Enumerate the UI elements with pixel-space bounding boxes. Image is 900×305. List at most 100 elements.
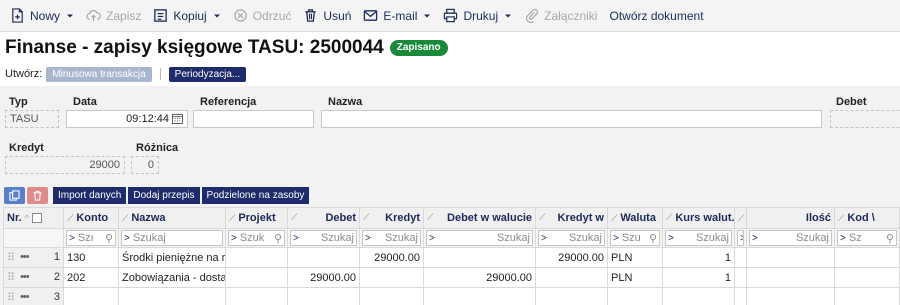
pin-icon[interactable]: ⟋ xyxy=(539,212,545,223)
split-resources-button[interactable]: Podzielone na zasoby xyxy=(201,187,310,204)
chevron-down-icon[interactable] xyxy=(423,12,431,20)
filter-input-kod[interactable]: > Sz ⚲ xyxy=(837,230,897,246)
filter-operator[interactable]: > xyxy=(231,233,237,244)
cell-ilosc[interactable] xyxy=(746,287,835,305)
import-data-button[interactable]: Import danych xyxy=(53,187,127,204)
column-header-projekt[interactable]: ⟋ Projekt xyxy=(225,207,288,229)
pin-icon[interactable]: ⟋ xyxy=(611,213,617,223)
cell-kredyt-w[interactable] xyxy=(535,267,608,288)
cell-konto[interactable] xyxy=(63,287,119,305)
filter-operator[interactable]: > xyxy=(429,233,435,244)
sort-icon[interactable]: ^ xyxy=(25,213,29,223)
cell-konto[interactable]: 202 xyxy=(63,267,119,288)
reference-field[interactable] xyxy=(193,110,314,128)
cell-debet[interactable]: 29000.00 xyxy=(287,267,360,288)
pin-icon[interactable]: ⟋ xyxy=(838,213,844,223)
filter-input-debet-w[interactable]: > Szukaj xyxy=(426,230,533,246)
row-menu-icon[interactable]: ••• xyxy=(20,291,30,303)
chevron-down-icon[interactable] xyxy=(213,12,221,20)
row-number-cell[interactable]: ⠿ ••• 2 xyxy=(3,267,64,288)
discard-button[interactable]: Odrzuć xyxy=(227,2,298,30)
save-button[interactable]: Zapisz xyxy=(80,2,147,30)
filter-operator[interactable]: > xyxy=(740,233,743,244)
column-header-nr[interactable]: Nr. ^ xyxy=(3,207,64,229)
cell-kredyt[interactable] xyxy=(359,287,424,305)
filter-operator[interactable]: > xyxy=(124,233,130,244)
pin-icon[interactable]: ⟋ xyxy=(229,213,235,223)
cell-debet[interactable] xyxy=(287,247,360,268)
pin-icon[interactable]: ⟋ xyxy=(67,213,73,223)
filter-input-ilosc[interactable]: > Szukaj xyxy=(749,230,832,246)
filter-input-kredyt[interactable]: > Szukaj xyxy=(362,230,421,246)
drag-handle-icon[interactable]: ⠿ xyxy=(7,251,15,264)
add-rule-button[interactable]: Dodaj przepis xyxy=(128,187,200,204)
date-field[interactable]: 09:12:44 xyxy=(66,110,188,128)
cell-kredyt-w[interactable]: 29000.00 xyxy=(535,247,608,268)
column-header-konto[interactable]: ⟋ Konto xyxy=(63,207,119,229)
row-number-cell[interactable]: ⠿ ••• 3 xyxy=(3,287,64,305)
filter-input-debet[interactable]: > Szukaj xyxy=(290,230,357,246)
column-header-debet[interactable]: ⟋ Debet xyxy=(287,207,360,229)
cell-waluta[interactable]: PLN xyxy=(607,247,663,268)
pin-icon[interactable]: ⟋ xyxy=(738,213,744,223)
pin-icon[interactable]: ⟋ xyxy=(363,212,369,223)
column-header-kredyt[interactable]: ⟋ Kredyt xyxy=(359,207,424,229)
cell-kredyt[interactable]: 29000.00 xyxy=(359,247,424,268)
calendar-icon[interactable] xyxy=(172,113,183,124)
table-row[interactable]: ⠿ ••• 2 202 Zobowiązania - dosta 29000.00 … xyxy=(3,267,900,288)
cell-debet-w[interactable]: 29000.00 xyxy=(423,267,536,288)
filter-operator[interactable]: > xyxy=(840,233,846,244)
cell-waluta[interactable]: PLN xyxy=(607,267,663,288)
filter-input-projekt[interactable]: > Szuk ⚲ xyxy=(228,230,285,246)
cell-blank[interactable] xyxy=(734,267,747,288)
copy-button[interactable]: Kopiuj xyxy=(147,2,226,30)
new-button[interactable]: Nowy xyxy=(4,2,80,30)
cell-kod[interactable] xyxy=(834,267,900,288)
name-field[interactable] xyxy=(321,110,822,128)
filter-input-blank[interactable]: > xyxy=(737,230,744,246)
filter-operator[interactable]: > xyxy=(668,233,674,244)
pin-icon[interactable]: ⟋ xyxy=(666,212,672,223)
email-button[interactable]: E-mail xyxy=(357,2,437,30)
cell-ilosc[interactable] xyxy=(746,247,835,268)
negative-transaction-button[interactable]: Minusowa transakcja xyxy=(46,66,152,82)
cell-nazwa[interactable]: Środki pieniężne na r xyxy=(118,247,226,268)
filter-operator[interactable]: > xyxy=(69,233,75,244)
cell-kurs[interactable] xyxy=(662,287,735,305)
filter-input-nazwa[interactable]: > Szukaj xyxy=(121,230,223,246)
cell-konto[interactable]: 130 xyxy=(63,247,119,268)
cell-nazwa[interactable]: Zobowiązania - dosta xyxy=(118,267,226,288)
filter-input-konto[interactable]: > Szı ⚲ xyxy=(66,230,116,246)
row-menu-icon[interactable]: ••• xyxy=(20,251,30,263)
cell-debet-w[interactable] xyxy=(423,287,536,305)
column-header-debet-w[interactable]: ⟋ Debet w walucie xyxy=(423,207,536,229)
column-header-ilosc[interactable]: Ilość xyxy=(746,207,835,229)
filter-operator[interactable]: > xyxy=(293,233,299,244)
drag-handle-icon[interactable]: ⠿ xyxy=(7,291,15,304)
filter-input-kredyt-w[interactable]: > Szukaj xyxy=(538,230,605,246)
pin-icon[interactable]: ⟋ xyxy=(427,212,433,223)
chevron-down-icon[interactable] xyxy=(504,12,512,20)
cell-kurs[interactable]: 1 xyxy=(662,247,735,268)
column-header-kredyt-w[interactable]: ⟋ Kredyt w xyxy=(535,207,608,229)
cell-projekt[interactable] xyxy=(225,267,288,288)
cell-blank[interactable] xyxy=(734,287,747,305)
delete-rows-button[interactable] xyxy=(27,187,48,204)
row-number-cell[interactable]: ⠿ ••• 1 xyxy=(3,247,64,268)
print-button[interactable]: Drukuj xyxy=(437,2,518,30)
row-menu-icon[interactable]: ••• xyxy=(20,271,30,283)
cell-projekt[interactable] xyxy=(225,287,288,305)
cell-nazwa[interactable] xyxy=(118,287,226,305)
cell-debet[interactable] xyxy=(287,287,360,305)
pin-icon[interactable]: ⟋ xyxy=(291,212,297,223)
column-header-nazwa[interactable]: ⟋ Nazwa xyxy=(118,207,226,229)
cell-kurs[interactable]: 1 xyxy=(662,267,735,288)
cell-kredyt-w[interactable] xyxy=(535,287,608,305)
column-header-blank[interactable]: ⟋ xyxy=(734,207,747,229)
table-row[interactable]: ⠿ ••• 1 130 Środki pieniężne na r 29000.00… xyxy=(3,247,900,268)
column-header-kod[interactable]: ⟋ Kod \ xyxy=(834,207,900,229)
cell-blank[interactable] xyxy=(734,247,747,268)
cell-kredyt[interactable] xyxy=(359,267,424,288)
cell-ilosc[interactable] xyxy=(746,267,835,288)
open-document-button[interactable]: Otwórz dokument xyxy=(603,2,709,30)
